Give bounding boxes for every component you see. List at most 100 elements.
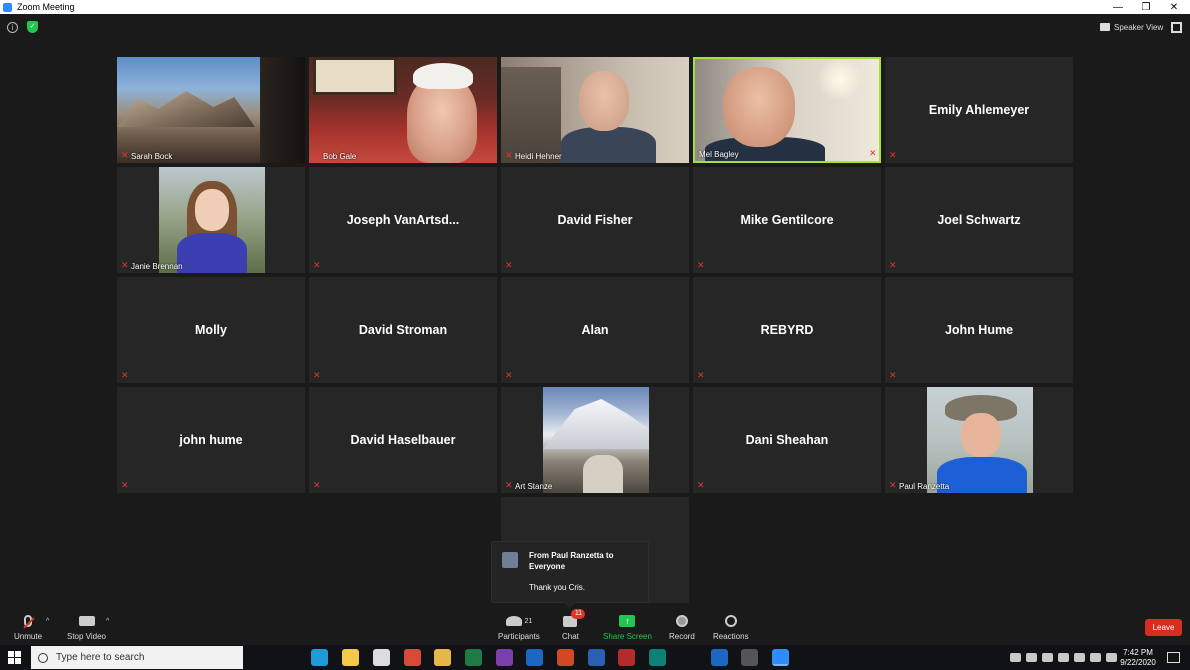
participant-tile[interactable]: John Hume ✕ <box>885 277 1073 383</box>
battery-icon[interactable] <box>1074 653 1085 662</box>
participant-name: Mel Bagley <box>699 150 739 159</box>
wifi-icon[interactable] <box>1090 653 1101 662</box>
participant-name: David Haselbauer <box>350 433 456 447</box>
participant-tile[interactable]: ✕ Janie Brennan <box>117 167 305 273</box>
window-title: Zoom Meeting <box>17 2 75 12</box>
chevron-up-icon[interactable] <box>1026 653 1037 662</box>
close-button[interactable]: ✕ <box>1160 0 1188 14</box>
participant-tile[interactable]: ✕ Heidi Hehner <box>501 57 689 163</box>
clock-date: 9/22/2020 <box>1120 658 1156 667</box>
clock-time: 7:42 PM <box>1123 648 1153 657</box>
reactions-button[interactable]: Reactions <box>713 614 749 641</box>
reactions-label: Reactions <box>713 632 749 641</box>
video-options-caret[interactable]: ^ <box>106 618 109 625</box>
participant-tile[interactable]: john hume ✕ <box>117 387 305 493</box>
participant-tile[interactable]: Joel Schwartz ✕ <box>885 167 1073 273</box>
outlook-icon[interactable] <box>526 649 544 666</box>
chat-message: Thank you Cris. <box>529 583 586 592</box>
share-screen-button[interactable]: ↑ Share Screen <box>603 614 652 641</box>
record-button[interactable]: Record <box>669 614 695 641</box>
excel-icon[interactable] <box>464 649 482 666</box>
participants-button[interactable]: 21 Participants <box>498 614 540 641</box>
chat-notification[interactable]: From Paul Ranzetta to Everyone Thank you… <box>491 541 649 609</box>
task-view-icon[interactable] <box>280 649 298 666</box>
participant-tile[interactable]: David Haselbauer ✕ <box>309 387 497 493</box>
zoom-app-icon <box>3 2 12 12</box>
video-feed <box>117 57 305 163</box>
minimize-button[interactable]: — <box>1104 0 1132 14</box>
participant-tile[interactable]: Molly ✕ <box>117 277 305 383</box>
audio-options-caret[interactable]: ^ <box>46 618 49 625</box>
participant-tile[interactable]: Joseph VanArtsd... ✕ <box>309 167 497 273</box>
participant-tile[interactable]: ✕ Sarah Bock <box>117 57 305 163</box>
edge-icon[interactable] <box>311 649 329 666</box>
restore-button[interactable]: ❐ <box>1132 0 1160 14</box>
participant-name: Bob Gale <box>323 152 357 161</box>
volume-icon[interactable] <box>1106 653 1117 662</box>
record-label: Record <box>669 632 695 641</box>
cortana-icon[interactable] <box>250 649 267 666</box>
participant-name: Sarah Bock <box>131 152 173 161</box>
zoom-icon[interactable] <box>771 649 789 666</box>
outlook2-icon[interactable] <box>710 649 728 666</box>
app-icon[interactable] <box>741 649 759 666</box>
shield-check-icon[interactable]: ✓ <box>27 21 38 33</box>
participant-tile[interactable]: REBYRD ✕ <box>693 277 881 383</box>
participant-tile[interactable]: David Stroman ✕ <box>309 277 497 383</box>
participant-name: Dani Sheahan <box>745 433 829 447</box>
onedrive-icon[interactable] <box>1042 653 1053 662</box>
notifications-bell-icon[interactable] <box>679 649 697 666</box>
search-placeholder: Type here to search <box>56 652 145 663</box>
participant-name: Janie Brennan <box>131 262 183 271</box>
participant-tile[interactable]: Alan ✕ <box>501 277 689 383</box>
participants-label: Participants <box>498 632 540 641</box>
chrome-icon[interactable] <box>403 649 421 666</box>
muted-mic-icon: ✕ <box>697 370 705 380</box>
powerpoint-icon[interactable] <box>557 649 574 666</box>
stop-video-button[interactable]: Stop Video <box>67 614 106 641</box>
participant-tile[interactable]: Dani Sheahan ✕ <box>693 387 881 493</box>
participant-tile[interactable]: David Fisher ✕ <box>501 167 689 273</box>
media-icon[interactable] <box>434 649 452 666</box>
windows-start-icon[interactable] <box>8 651 21 664</box>
taskbar-search-box[interactable]: Type here to search <box>31 646 243 669</box>
sender-avatar <box>502 552 518 568</box>
speaker-view-button[interactable]: Speaker View <box>1100 20 1163 34</box>
participant-tile[interactable]: Mel Bagley ✕ <box>693 57 881 163</box>
word-icon[interactable] <box>587 649 605 666</box>
participant-tile[interactable]: ✕ Bob Gale <box>309 57 497 163</box>
muted-mic-icon: ✕ <box>697 260 705 270</box>
camera-icon <box>78 616 95 626</box>
help-icon[interactable] <box>1010 653 1021 662</box>
muted-mic-icon: ✕ <box>313 150 321 160</box>
fullscreen-icon[interactable] <box>1171 22 1182 33</box>
leave-button[interactable]: Leave <box>1145 619 1182 636</box>
info-icon[interactable]: i <box>7 22 18 33</box>
access-icon[interactable] <box>618 649 636 666</box>
video-feed <box>695 59 879 161</box>
store-icon[interactable] <box>372 649 390 666</box>
participant-name: Emily Ahlemeyer <box>928 103 1030 117</box>
participant-tile[interactable]: Mike Gentilcore ✕ <box>693 167 881 273</box>
participant-name: Heidi Hehner <box>515 152 562 161</box>
action-center-icon[interactable] <box>1167 652 1180 663</box>
video-feed <box>927 387 1033 493</box>
participant-tile[interactable]: ✕ Art Stanze <box>501 387 689 493</box>
muted-mic-icon: ✕ <box>889 260 897 270</box>
file-explorer-icon[interactable] <box>342 649 360 666</box>
participant-tile[interactable]: Emily Ahlemeyer ✕ <box>885 57 1073 163</box>
location-icon[interactable] <box>1058 653 1069 662</box>
chat-button[interactable]: 11 Chat <box>562 608 586 641</box>
participant-tile[interactable]: ✕ Paul Ranzetta <box>885 387 1073 493</box>
participant-name: Paul Ranzetta <box>899 482 950 491</box>
meeting-toolbar: Unmute ^ Stop Video ^ 21 Participants 11… <box>0 608 1190 644</box>
chat-unread-badge: 11 <box>571 608 586 619</box>
unmute-button[interactable]: Unmute <box>14 614 42 641</box>
video-feed <box>501 57 689 163</box>
muted-mic-icon: ✕ <box>121 480 129 490</box>
taskbar-clock[interactable]: 7:42 PM 9/22/2020 <box>1117 648 1159 668</box>
system-tray <box>1010 645 1122 670</box>
publisher-icon[interactable] <box>649 649 667 666</box>
participant-name: David Fisher <box>557 213 633 227</box>
onenote-icon[interactable] <box>495 649 513 666</box>
